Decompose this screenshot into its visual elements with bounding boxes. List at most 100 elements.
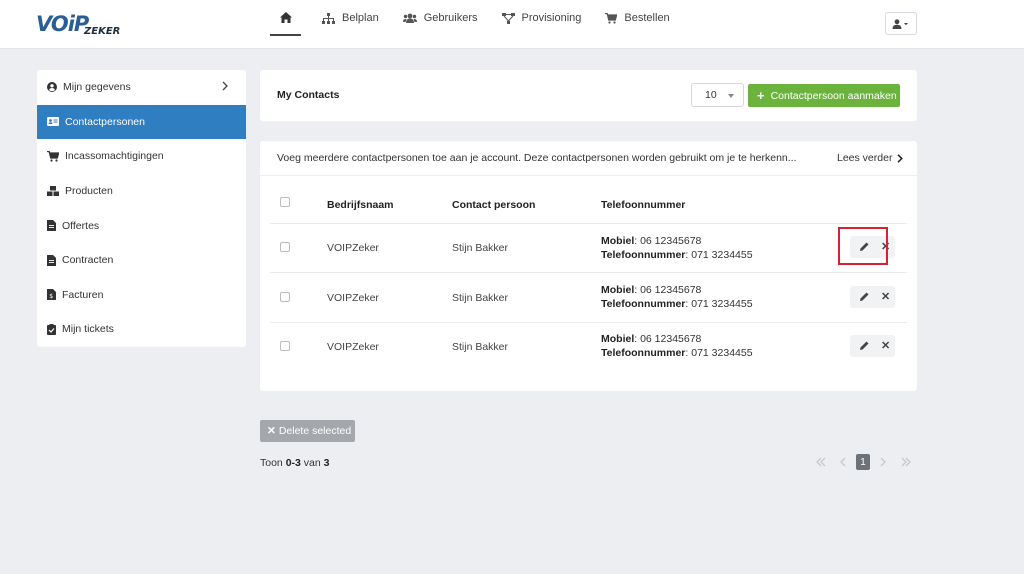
invoice-icon: $ [47,289,56,301]
cart-icon [47,150,59,162]
column-header-company: Bedrijfsnaam [327,199,394,211]
highlight-box [838,227,888,265]
current-page-button[interactable]: 1 [856,454,870,470]
mobile-value: : 06 12345678 [634,333,702,345]
boxes-icon [47,186,59,197]
close-icon: ✕ [267,425,276,437]
nav-home[interactable] [270,0,301,36]
per-page-value: 10 [705,89,717,101]
sidebar-item-mijn-tickets[interactable]: Mijn tickets [37,312,246,347]
create-contact-label: Contactpersoon aanmaken [770,89,897,102]
sidebar-item-label: Producten [65,185,113,198]
delete-icon[interactable]: ✕ [881,290,890,303]
sidebar-item-producten[interactable]: Producten [37,174,246,209]
phone-cell: Mobiel: 06 12345678 Telefoonnummer: 071 … [601,332,753,360]
sidebar-item-label: Mijn gegevens [63,81,131,94]
result-count-prefix: Toon [260,457,286,469]
main-nav: Belplan Gebruikers Provisioning Bestelle… [270,0,685,49]
column-header-contact: Contact persoon [452,199,536,211]
row-actions: ✕ [850,335,895,357]
company-cell: VOIPZeker [327,292,379,304]
phone-value: : 071 3234455 [685,347,753,359]
nav-provisioning[interactable]: Provisioning [493,0,591,36]
sidebar-item-label: Facturen [62,288,104,301]
contact-cell: Stijn Bakker [452,341,509,353]
user-circle-icon [47,82,57,93]
row-checkbox[interactable] [280,341,290,351]
contact-cell: Stijn Bakker [452,292,509,304]
create-contact-button[interactable]: + Contactpersoon aanmaken [748,84,900,107]
nav-belplan[interactable]: Belplan [313,0,388,36]
first-page-icon[interactable] [816,457,826,467]
nav-bestellen[interactable]: Bestellen [596,0,678,36]
phone-cell: Mobiel: 06 12345678 Telefoonnummer: 071 … [601,234,753,262]
next-page-icon[interactable] [880,457,886,467]
sidebar-item-offertes[interactable]: Offertes [37,208,246,243]
mobile-label: Mobiel [601,333,635,345]
plus-icon: + [757,88,765,103]
phone-label: Telefoonnummer [601,347,686,359]
logo-main: VOiP [36,12,89,36]
delete-icon[interactable]: ✕ [881,339,890,352]
page-title: My Contacts [277,89,340,101]
phone-label: Telefoonnummer [601,298,686,310]
row-checkbox[interactable] [280,242,290,252]
user-icon [892,18,908,29]
ticket-icon [47,323,56,335]
contact-cell: Stijn Bakker [452,242,509,254]
intro-text: Voeg meerdere contactpersonen toe aan je… [277,152,797,164]
sidebar-item-label: Incassomachtigingen [65,150,164,163]
row-checkbox[interactable] [280,292,290,302]
sidebar-item-mijn-gegevens[interactable]: Mijn gegevens [37,70,246,105]
previous-page-icon[interactable] [840,457,846,467]
phone-value: : 071 3234455 [685,298,753,310]
nav-provisioning-label: Provisioning [521,12,582,24]
sidebar-item-label: Contracten [62,254,114,267]
mobile-value: : 06 12345678 [634,235,702,247]
cart-icon [605,12,618,24]
my-contacts-header-card: My Contacts 10 + Contactpersoon aanmaken [260,70,917,121]
sitemap-icon [322,12,335,24]
id-card-icon [47,117,59,127]
sidebar-item-contracten[interactable]: Contracten [37,243,246,278]
phone-cell: Mobiel: 06 12345678 Telefoonnummer: 071 … [601,283,753,311]
voipzeker-logo[interactable]: VOiP ZEKER [36,12,126,38]
pagination: 1 [816,454,916,470]
sidebar-item-label: Offertes [62,219,100,232]
home-icon [279,11,292,23]
result-count: Toon 0-3 van 3 [260,457,329,469]
sidebar-item-facturen[interactable]: $ Facturen [37,278,246,313]
mobile-label: Mobiel [601,235,635,247]
user-menu-button[interactable] [885,12,917,35]
edit-pencil-icon[interactable] [859,340,870,351]
row-actions: ✕ [850,286,895,308]
chevron-right-icon [897,153,904,163]
svg-text:$: $ [49,293,53,300]
nav-gebruikers[interactable]: Gebruikers [394,0,487,36]
nav-belplan-label: Belplan [342,12,379,24]
sidebar-item-label: Contactpersonen [65,115,145,128]
nav-bestellen-label: Bestellen [624,12,670,24]
edit-pencil-icon[interactable] [859,291,870,302]
users-icon [402,13,417,23]
read-more-link[interactable]: Lees verder [837,152,904,164]
read-more-label: Lees verder [837,152,893,164]
last-page-icon[interactable] [901,457,911,467]
result-count-mid: van [300,457,324,469]
select-all-checkbox[interactable] [280,197,290,207]
top-bar: VOiP ZEKER Belplan Gebruikers Provisioni… [0,0,1024,49]
company-cell: VOIPZeker [327,341,379,353]
result-count-total: 3 [323,457,330,469]
network-icon [501,12,515,24]
sidebar-item-label: Mijn tickets [62,323,114,336]
per-page-select[interactable]: 10 [691,83,744,107]
delete-selected-button[interactable]: ✕ Delete selected [260,420,355,442]
delete-selected-label: Delete selected [278,425,352,437]
chevron-right-icon [222,81,228,91]
row-divider [270,272,907,273]
caret-down-icon [728,94,734,98]
sidebar-item-incassomachtigingen[interactable]: Incassomachtigingen [37,139,246,174]
sidebar-item-contactpersonen[interactable]: Contactpersonen [37,104,246,140]
row-divider [270,223,907,224]
file-icon [47,254,56,266]
